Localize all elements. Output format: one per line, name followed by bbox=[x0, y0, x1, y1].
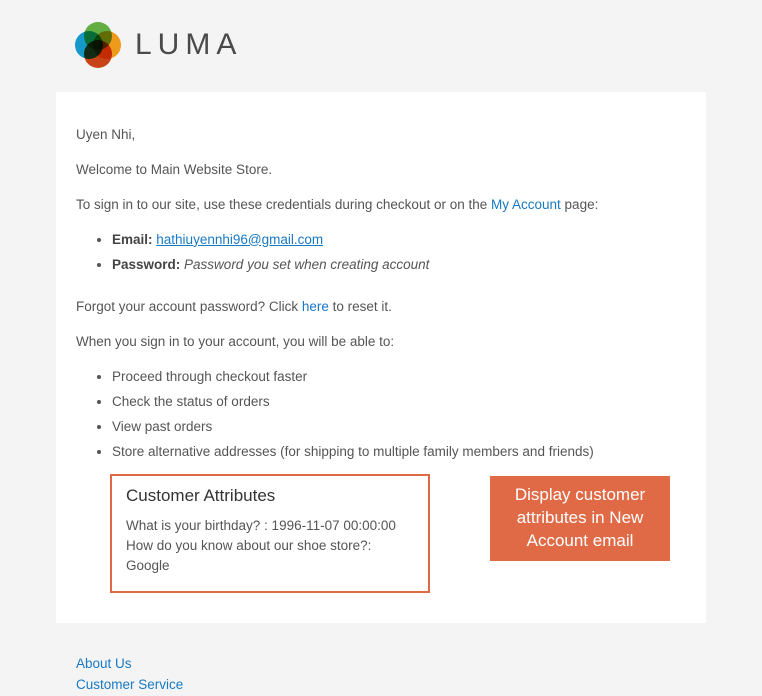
feature-item: Store alternative addresses (for shippin… bbox=[112, 443, 686, 462]
feature-item: Proceed through checkout faster bbox=[112, 368, 686, 387]
password-label: Password: bbox=[112, 257, 180, 272]
footer: About Us Customer Service bbox=[56, 653, 706, 696]
welcome-line: Welcome to Main Website Store. bbox=[76, 161, 686, 180]
credentials-list: Email: hathiuyennhi96@gmail.com Password… bbox=[112, 231, 686, 275]
password-value: Password you set when creating account bbox=[184, 257, 429, 272]
credential-password: Password: Password you set when creating… bbox=[112, 256, 686, 275]
logo: LUMA bbox=[0, 22, 762, 68]
credential-email: Email: hathiuyennhi96@gmail.com bbox=[112, 231, 686, 250]
luma-logo-icon bbox=[75, 22, 121, 68]
email-label: Email: bbox=[112, 232, 153, 247]
greeting: Uyen Nhi, bbox=[76, 126, 686, 145]
forgot-password-line: Forgot your account password? Click here… bbox=[76, 298, 686, 317]
customer-attributes-box: Customer Attributes What is your birthda… bbox=[110, 474, 430, 593]
features-list: Proceed through checkout faster Check th… bbox=[112, 368, 686, 462]
email-body: Uyen Nhi, Welcome to Main Website Store.… bbox=[56, 92, 706, 623]
attribute-line: What is your birthday? : 1996-11-07 00:0… bbox=[126, 516, 414, 536]
footer-link-customer-service[interactable]: Customer Service bbox=[76, 674, 686, 696]
feature-item: Check the status of orders bbox=[112, 393, 686, 412]
page-root: LUMA Uyen Nhi, Welcome to Main Website S… bbox=[0, 0, 762, 666]
footer-link-about[interactable]: About Us bbox=[76, 653, 686, 675]
callout-annotation: Display customer attributes in New Accou… bbox=[490, 476, 670, 561]
my-account-link[interactable]: My Account bbox=[491, 197, 561, 212]
customer-attributes-title: Customer Attributes bbox=[126, 486, 414, 506]
logo-text: LUMA bbox=[135, 28, 242, 62]
email-value-link[interactable]: hathiuyennhi96@gmail.com bbox=[156, 232, 323, 247]
customer-attributes-row: Customer Attributes What is your birthda… bbox=[110, 474, 686, 593]
signin-prefix: To sign in to our site, use these creden… bbox=[76, 197, 491, 212]
attribute-line: How do you know about our shoe store?: G… bbox=[126, 536, 414, 577]
forgot-suffix: to reset it. bbox=[333, 299, 392, 314]
forgot-prefix: Forgot your account password? Click bbox=[76, 299, 302, 314]
forgot-here-link[interactable]: here bbox=[302, 299, 329, 314]
feature-item: View past orders bbox=[112, 418, 686, 437]
features-intro: When you sign in to your account, you wi… bbox=[76, 333, 686, 352]
signin-instructions: To sign in to our site, use these creden… bbox=[76, 196, 686, 215]
signin-suffix: page: bbox=[565, 197, 599, 212]
